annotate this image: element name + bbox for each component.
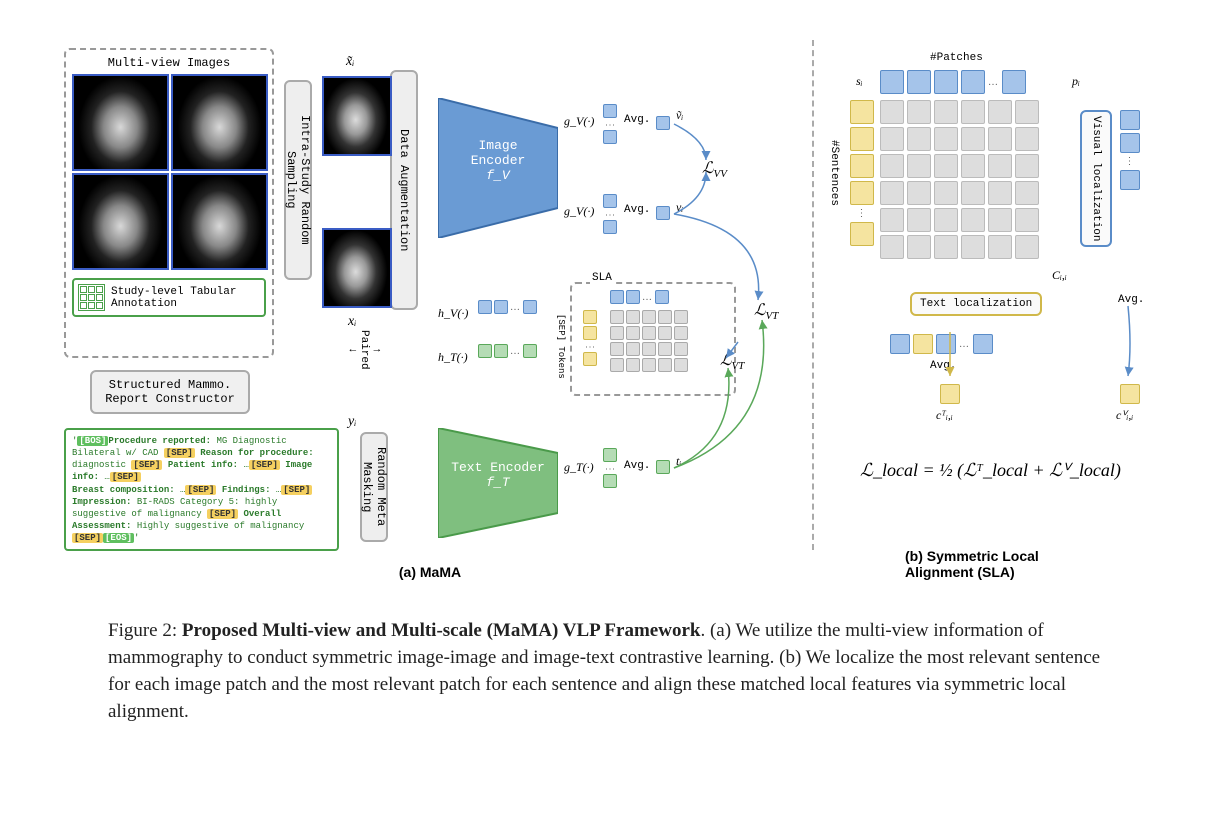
data-augmentation-block: Data Augmentation — [390, 70, 418, 310]
image-encoder-fv: f_V — [486, 168, 509, 183]
panel-b: #Patches #Sentences sᵢ pᵢ … ⋮ Cᵢ,ᵢ Visua… — [820, 40, 1160, 580]
mammogram-view — [72, 173, 169, 270]
sentence-tokens-left: ⋮ — [850, 100, 874, 246]
mammogram-view — [171, 173, 268, 270]
figure-diagram: Multi-view Images Study-level Tabular An… — [60, 40, 1166, 580]
sla-left-tokens: ⋮ — [582, 310, 597, 366]
text-encoder-label: Text Encoder — [451, 460, 545, 475]
random-meta-masking-block: Random Meta Masking — [360, 432, 388, 542]
avg-label-3: Avg. — [624, 460, 650, 472]
gv-label: g_V(·) — [564, 114, 594, 129]
avg-label: Avg. — [624, 114, 650, 126]
multiview-title: Multi-view Images — [72, 56, 266, 70]
gv-tokens-bot: ⋮ — [602, 194, 617, 234]
tabular-annotation-box: Study-level Tabular Annotation — [72, 278, 266, 317]
sla-top-tokens: … — [610, 290, 669, 304]
t-i-token — [656, 460, 670, 474]
panel-a-label: (a) MaMA — [399, 564, 461, 580]
panel-a: Multi-view Images Study-level Tabular An… — [60, 40, 800, 580]
multiview-image-grid — [72, 74, 268, 270]
avg-label-t: Avg. — [930, 360, 956, 372]
sampled-image-bottom — [322, 228, 392, 308]
sep-tag: [SEP] — [281, 485, 312, 495]
ht-tokens: … — [478, 344, 537, 358]
table-icon — [78, 284, 105, 311]
patch-tokens-top: … — [880, 70, 1026, 94]
ht-label: h_T(·) — [438, 350, 468, 365]
image-encoder: Image Encoder f_V — [448, 138, 548, 183]
sla-box: … ⋮ — [570, 282, 736, 396]
mammogram-view — [171, 74, 268, 171]
mammogram-view — [72, 74, 169, 171]
cV-label: cⱽᵢ,ᵢ — [1116, 408, 1133, 423]
v-i-label: vᵢ — [676, 200, 683, 215]
sep-tag: [SEP] — [110, 472, 141, 482]
sep-tag: [SEP] — [131, 460, 162, 470]
panel-b-label: (b) Symmetric Local Alignment (SLA) — [905, 548, 1075, 580]
tabular-annotation-label: Study-level Tabular Annotation — [111, 286, 260, 310]
sep-tag: [SEP] — [185, 485, 216, 495]
hv-tokens: … — [478, 300, 537, 314]
report-constructor-box: Structured Mammo. Report Constructor — [90, 370, 250, 414]
visual-loc-output: ⋮ — [1120, 110, 1140, 190]
cT-token — [940, 384, 960, 404]
v-tilde-token — [656, 116, 670, 130]
x-i-label: xᵢ — [348, 314, 356, 330]
multiview-box: Multi-view Images Study-level Tabular An… — [64, 48, 274, 358]
structured-report: '[BOS]Procedure reported: MG Diagnostic … — [64, 428, 339, 551]
gt-label: g_T(·) — [564, 460, 594, 475]
intra-study-sampling-block: Intra-Study Random Sampling — [284, 80, 312, 280]
bos-tag: [BOS] — [77, 436, 108, 446]
sampled-image-top — [322, 76, 392, 156]
t-i-label: tᵢ — [676, 454, 681, 469]
avg-label-v: Avg. — [1118, 294, 1144, 306]
sentences-label: #Sentences — [828, 140, 840, 206]
sla-matrix — [610, 310, 688, 372]
sep-tokens-label: [SEP] Tokens — [556, 314, 566, 379]
sep-tag: [SEP] — [164, 448, 195, 458]
sla-label: SLA — [590, 272, 614, 284]
gv-tokens-top: ⋮ — [602, 104, 617, 144]
cV-token — [1120, 384, 1140, 404]
gt-tokens: ⋮ — [602, 448, 617, 488]
text-encoder: Text Encoder f_T — [448, 460, 548, 490]
v-i-token — [656, 206, 670, 220]
x-tilde-label: x̃ᵢ — [346, 54, 354, 70]
avg-label-2: Avg. — [624, 204, 650, 216]
panel-divider — [812, 40, 814, 550]
loss-vt-2: ℒVT — [720, 350, 744, 372]
local-loss-formula: ℒ_local = ½ (ℒᵀ_local + ℒⱽ_local) — [860, 460, 1121, 481]
sep-tag: [SEP] — [207, 509, 238, 519]
text-loc-output: … — [890, 334, 993, 354]
loss-vt-1: ℒVT — [754, 300, 778, 322]
hv-label: h_V(·) — [438, 306, 468, 321]
s-i-label: sᵢ — [856, 74, 863, 89]
p-i-label: pᵢ — [1072, 74, 1080, 89]
C-ii-label: Cᵢ,ᵢ — [1052, 268, 1067, 283]
v-tilde-label: ṽᵢ — [676, 108, 683, 123]
eos-tag: [EOS] — [103, 533, 134, 543]
gv-label-2: g_V(·) — [564, 204, 594, 219]
paired-arrow-label: ↑Paired↓ — [346, 330, 382, 370]
figure-title: Proposed Multi-view and Multi-scale (MaM… — [182, 620, 701, 641]
text-encoder-ft: f_T — [486, 475, 509, 490]
similarity-matrix — [880, 100, 1039, 259]
sep-tag: [SEP] — [72, 533, 103, 543]
sep-tag: [SEP] — [249, 460, 280, 470]
figure-caption: Figure 2: Proposed Multi-view and Multi-… — [108, 618, 1118, 726]
visual-localization-box: Visual localization — [1080, 110, 1112, 247]
y-i-label: yᵢ — [348, 414, 356, 430]
image-encoder-label: Image Encoder — [448, 138, 548, 168]
figure-number: Figure 2 — [108, 620, 172, 641]
patches-label: #Patches — [930, 52, 983, 64]
text-localization-box: Text localization — [910, 292, 1042, 316]
loss-vv: ℒVV — [702, 158, 727, 180]
cT-label: cᵀᵢ,ᵢ — [936, 408, 953, 423]
